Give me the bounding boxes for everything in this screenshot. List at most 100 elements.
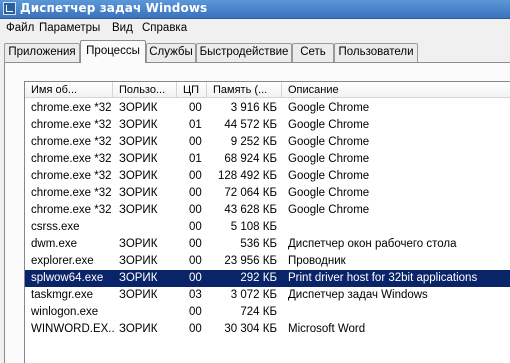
process-user: ЗОРИК xyxy=(119,255,158,267)
process-description: Microsoft Word xyxy=(288,323,366,335)
table-row[interactable]: winlogon.exe 00 724 КБ xyxy=(25,304,510,321)
task-manager-icon xyxy=(3,2,16,15)
menu-file[interactable]: Файл xyxy=(6,22,34,34)
process-name: WINWORD.EX... xyxy=(31,323,115,335)
process-memory: 9 252 КБ xyxy=(230,136,277,148)
process-description: Google Chrome xyxy=(288,153,370,165)
process-cpu: 00 xyxy=(189,323,202,335)
process-memory: 292 КБ xyxy=(240,272,277,284)
process-description: Print driver host for 32bit applications xyxy=(288,272,478,284)
process-user: ЗОРИК xyxy=(119,170,158,182)
process-memory: 44 572 КБ xyxy=(224,119,277,131)
process-name: taskmgr.exe xyxy=(31,289,93,301)
process-description: Google Chrome xyxy=(288,102,370,114)
process-name: chrome.exe *32 xyxy=(31,204,112,216)
process-memory: 536 КБ xyxy=(240,238,277,250)
menu-help[interactable]: Справка xyxy=(142,22,187,34)
process-name: splwow64.exe xyxy=(31,272,104,284)
tab-users[interactable]: Пользователи xyxy=(334,43,418,62)
process-memory: 3 072 КБ xyxy=(230,289,277,301)
table-row[interactable]: explorer.exe ЗОРИК 00 23 956 КБ Проводник xyxy=(25,253,510,270)
process-cpu: 00 xyxy=(189,170,202,182)
process-description: Google Chrome xyxy=(288,136,370,148)
process-description: Google Chrome xyxy=(288,119,370,131)
process-description: Google Chrome xyxy=(288,204,370,216)
process-cpu: 00 xyxy=(189,221,202,233)
process-memory: 72 064 КБ xyxy=(224,187,277,199)
process-memory: 3 916 КБ xyxy=(230,102,277,114)
table-row[interactable]: chrome.exe *32 ЗОРИК 01 68 924 КБ Google Chr… xyxy=(25,151,510,168)
tab-performance[interactable]: Быстродействие xyxy=(196,43,292,62)
table-row[interactable]: chrome.exe *32 ЗОРИК 00 128 492 КБ Google Ch… xyxy=(25,168,510,185)
process-user: ЗОРИК xyxy=(119,238,158,250)
process-description: Проводник xyxy=(288,255,346,267)
process-description: Google Chrome xyxy=(288,170,370,182)
process-cpu: 00 xyxy=(189,102,202,114)
process-user: ЗОРИК xyxy=(119,136,158,148)
table-row[interactable]: chrome.exe *32 ЗОРИК 00 43 628 КБ Google Chr… xyxy=(25,202,510,219)
process-user: ЗОРИК xyxy=(119,204,158,216)
process-name: chrome.exe *32 xyxy=(31,119,112,131)
title-bar: Диспетчер задач Windows xyxy=(0,0,510,19)
process-cpu: 00 xyxy=(189,238,202,250)
table-row[interactable]: splwow64.exe ЗОРИК 00 292 КБ Print driver ho… xyxy=(25,270,510,287)
process-memory: 724 КБ xyxy=(240,306,277,318)
process-description: Диспетчер окон рабочего стола xyxy=(288,238,457,250)
process-name: chrome.exe *32 xyxy=(31,102,112,114)
column-user[interactable]: Пользо... xyxy=(113,82,177,98)
column-description[interactable]: Описание xyxy=(282,82,510,98)
process-name: chrome.exe *32 xyxy=(31,170,112,182)
tab-services[interactable]: Службы xyxy=(146,43,196,62)
process-user: ЗОРИК xyxy=(119,119,158,131)
menu-bar: Файл Параметры Вид Справка xyxy=(0,19,510,37)
process-user: ЗОРИК xyxy=(119,323,158,335)
process-name: chrome.exe *32 xyxy=(31,136,112,148)
process-cpu: 00 xyxy=(189,272,202,284)
column-header: Имя об... Пользо... ЦП Память (... Описа… xyxy=(25,82,510,99)
menu-view[interactable]: Вид xyxy=(112,22,133,34)
process-cpu: 00 xyxy=(189,204,202,216)
column-image-name[interactable]: Имя об... xyxy=(25,82,113,98)
tab-strip: Приложения Процессы Службы Быстродействи… xyxy=(0,39,510,63)
column-memory[interactable]: Память (... xyxy=(207,82,282,98)
process-cpu: 00 xyxy=(189,136,202,148)
process-description xyxy=(288,219,508,236)
table-row[interactable]: taskmgr.exe ЗОРИК 03 3 072 КБ Диспетчер зада… xyxy=(25,287,510,304)
process-name: winlogon.exe xyxy=(31,306,99,318)
table-row[interactable]: chrome.exe *32 ЗОРИК 00 3 916 КБ Google Chro… xyxy=(25,100,510,117)
column-cpu[interactable]: ЦП xyxy=(177,82,207,98)
table-row[interactable]: csrss.exe 00 5 108 КБ xyxy=(25,219,510,236)
table-row[interactable]: dwm.exe ЗОРИК 00 536 КБ Диспетчер окон рабоч… xyxy=(25,236,510,253)
process-memory: 30 304 КБ xyxy=(224,323,277,335)
process-name: csrss.exe xyxy=(31,221,80,233)
process-description: Диспетчер задач Windows xyxy=(288,289,428,301)
process-user xyxy=(119,304,177,321)
table-row[interactable]: chrome.exe *32 ЗОРИК 01 44 572 КБ Google Chr… xyxy=(25,117,510,134)
process-user: ЗОРИК xyxy=(119,102,158,114)
process-name: chrome.exe *32 xyxy=(31,187,112,199)
process-name: explorer.exe xyxy=(31,255,94,267)
process-memory: 43 628 КБ xyxy=(224,204,277,216)
process-cpu: 01 xyxy=(189,119,202,131)
tab-processes[interactable]: Процессы xyxy=(80,40,146,63)
process-memory: 23 956 КБ xyxy=(224,255,277,267)
process-cpu: 00 xyxy=(189,255,202,267)
process-user: ЗОРИК xyxy=(119,153,158,165)
window-title: Диспетчер задач Windows xyxy=(20,1,208,15)
process-user xyxy=(119,219,177,236)
tab-network[interactable]: Сеть xyxy=(292,43,334,62)
table-row[interactable]: chrome.exe *32 ЗОРИК 00 9 252 КБ Google Chro… xyxy=(25,134,510,151)
table-row[interactable]: WINWORD.EX... ЗОРИК 00 30 304 КБ Microsoft W… xyxy=(25,321,510,338)
process-cpu: 00 xyxy=(189,187,202,199)
tab-applications[interactable]: Приложения xyxy=(4,43,80,62)
process-cpu: 01 xyxy=(189,153,202,165)
table-row[interactable]: chrome.exe *32 ЗОРИК 00 72 064 КБ Google Chr… xyxy=(25,185,510,202)
process-user: ЗОРИК xyxy=(119,187,158,199)
menu-options[interactable]: Параметры xyxy=(39,22,100,34)
process-cpu: 03 xyxy=(189,289,202,301)
process-memory: 68 924 КБ xyxy=(224,153,277,165)
process-description xyxy=(288,304,508,321)
process-cpu: 00 xyxy=(189,306,202,318)
process-list[interactable]: Имя об... Пользо... ЦП Память (... Описа… xyxy=(24,81,510,363)
process-memory: 128 492 КБ xyxy=(217,170,277,182)
